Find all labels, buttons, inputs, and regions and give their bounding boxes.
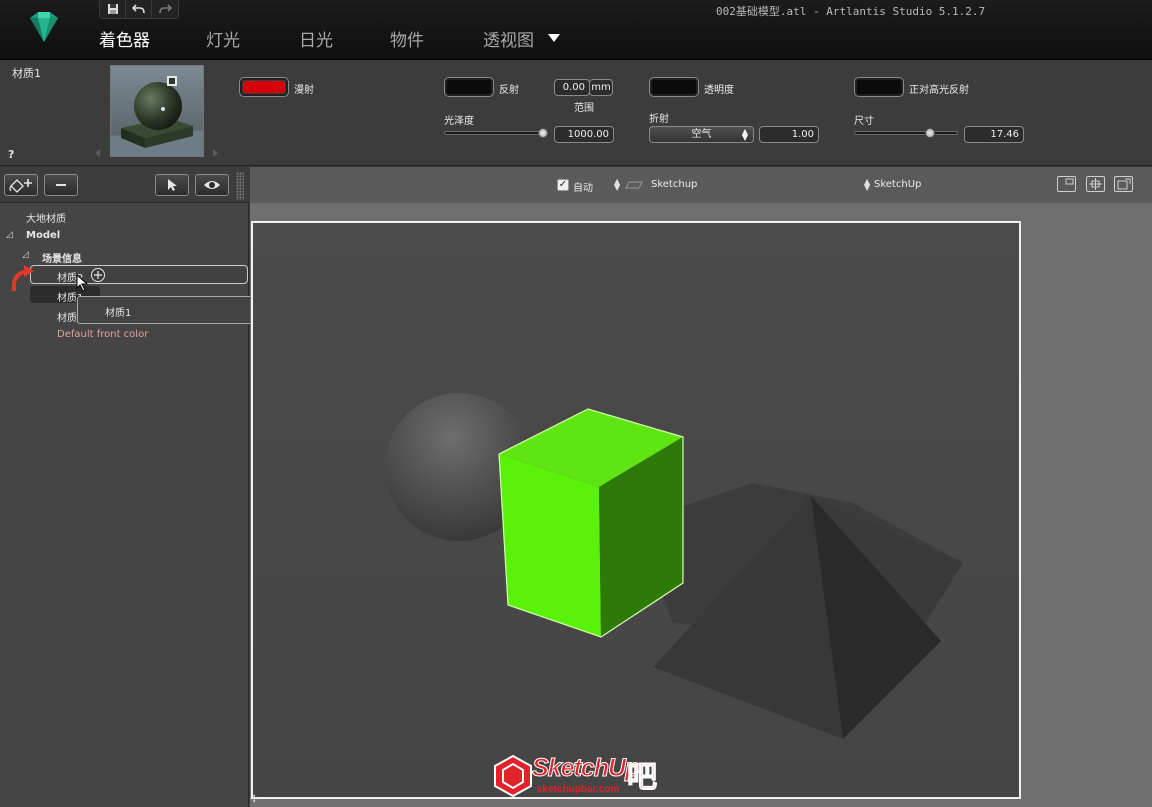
tab-lights[interactable]: 灯光	[206, 26, 240, 51]
specular-color-swatch[interactable]	[854, 77, 904, 97]
tree-item-model[interactable]: Model	[26, 230, 60, 241]
panel-resize-grip[interactable]	[236, 172, 244, 200]
tab-perspectives[interactable]: 透视图	[483, 26, 534, 51]
auto-label: 自动	[573, 183, 593, 194]
save-icon	[107, 4, 118, 14]
select-updown-icon: ▲ ▼	[741, 127, 748, 142]
transparency-color-swatch[interactable]	[649, 77, 699, 97]
watermark-suffix: 吧	[627, 760, 658, 796]
camera-view-icon	[625, 181, 643, 189]
watermark-site: sketchupbar.com	[537, 784, 620, 795]
range-input[interactable]: 0.00	[554, 79, 590, 96]
preview-next-arrow-icon[interactable]	[213, 149, 218, 157]
corner-resize-handle[interactable]: ✢	[250, 794, 262, 806]
reflection-label: 反射	[499, 85, 519, 96]
save-button[interactable]	[100, 0, 126, 18]
size-input[interactable]: 17.46	[964, 126, 1024, 143]
artlantis-logo-icon	[30, 12, 58, 42]
tree-expand-model-icon[interactable]: ◿	[6, 230, 13, 240]
select-tool-button[interactable]	[155, 174, 189, 196]
window-title: 002基础模型.atl - Artlantis Studio 5.1.2.7	[716, 5, 986, 18]
add-material-button[interactable]	[4, 174, 38, 196]
material-preview-thumbnail	[110, 65, 204, 157]
remove-material-button[interactable]	[44, 174, 78, 196]
watermark-brand: SketchUp	[531, 754, 640, 783]
gloss-label: 光泽度	[444, 116, 474, 127]
top-bar: 002基础模型.atl - Artlantis Studio 5.1.2.7 着…	[0, 0, 1152, 60]
redo-button[interactable]	[152, 0, 178, 18]
tab-menu-chevron-down-icon[interactable]	[548, 34, 560, 42]
size-slider-handle[interactable]	[925, 128, 935, 138]
range-unit[interactable]: mm	[589, 79, 613, 96]
drag-preview-label: 材质1	[105, 308, 132, 319]
source-label[interactable]: SketchUp	[874, 179, 921, 190]
refraction-medium-select[interactable]: 空气 ▲ ▼	[649, 126, 754, 143]
sketchup-bar-logo-icon	[494, 754, 532, 798]
watermark: SketchUp 吧 sketchupbar.com	[493, 752, 663, 800]
help-button[interactable]: ?	[8, 148, 14, 161]
gloss-input[interactable]: 1000.00	[554, 126, 614, 143]
list-toolbar	[0, 167, 249, 203]
material-list-panel: 大地材质 ◿ Model ◿ 场景信息 材质2 材质1 材质3 Default …	[0, 167, 277, 807]
eye-icon	[204, 181, 220, 189]
tab-objects[interactable]: 物件	[390, 26, 424, 51]
tree-item-ground-materials[interactable]: 大地材质	[26, 210, 66, 225]
view-mode-1-button[interactable]	[1057, 176, 1076, 192]
material-name: 材质1	[12, 67, 41, 80]
expand-icon	[1117, 178, 1131, 190]
paint-bucket-add-icon	[9, 179, 32, 193]
undo-icon	[131, 4, 145, 14]
view-mode-3-button[interactable]	[1114, 176, 1133, 192]
specular-label: 正对高光反射	[909, 85, 969, 96]
render-preview[interactable]	[251, 221, 1021, 799]
cursor-arrow-icon	[168, 179, 177, 191]
redo-icon	[159, 4, 172, 14]
reflection-color-swatch[interactable]	[444, 77, 494, 97]
mouse-pointer-icon	[76, 274, 89, 292]
auto-checkbox[interactable]: ✓	[557, 179, 569, 191]
size-slider[interactable]	[854, 131, 958, 135]
view-mode-2-button[interactable]	[1086, 176, 1105, 192]
tree-expand-scene-icon[interactable]: ◿	[22, 250, 29, 260]
diffuse-color-fill	[243, 81, 285, 93]
crosshair-icon	[1089, 178, 1102, 190]
minus-icon	[56, 184, 66, 186]
drag-preview-tooltip: 材质1	[77, 296, 277, 324]
source-updown-icon[interactable]: ▲ ▼	[864, 178, 870, 192]
visibility-toggle-button[interactable]	[195, 174, 229, 196]
transparency-label: 透明度	[704, 85, 734, 96]
diffuse-color-swatch[interactable]	[239, 77, 289, 97]
undo-button[interactable]	[126, 0, 152, 18]
refraction-index-input[interactable]: 1.00	[759, 126, 819, 143]
refraction-medium-value: 空气	[691, 129, 712, 140]
tab-shaders[interactable]: 着色器	[99, 26, 150, 51]
camera-updown-icon[interactable]: ▲ ▼	[614, 178, 620, 192]
material-inspector: 材质1 ? 漫射 反射 0.00 mm 范围 光泽度 1000.00 透明度 折…	[0, 61, 1152, 166]
gloss-slider[interactable]	[444, 131, 548, 135]
tree-item-scene-info[interactable]: 场景信息	[42, 250, 82, 265]
camera-label[interactable]: Sketchup	[651, 179, 697, 190]
quick-access-toolbar	[99, 0, 179, 19]
preview-prev-arrow-icon[interactable]	[95, 149, 100, 157]
gloss-slider-handle[interactable]	[538, 128, 548, 138]
material-preview-image	[111, 76, 203, 156]
range-label: 范围	[574, 103, 594, 114]
window-mode-icon	[1065, 178, 1074, 185]
tree-item-default-front-color[interactable]: Default front color	[57, 329, 148, 340]
refraction-label: 折射	[649, 114, 669, 125]
drag-curved-arrow-icon	[11, 265, 34, 292]
tab-heliodons[interactable]: 日光	[299, 26, 333, 51]
diffuse-label: 漫射	[294, 85, 314, 96]
scene-render	[253, 223, 1019, 797]
drop-add-plus-icon	[91, 268, 105, 282]
artlantis-window: 002基础模型.atl - Artlantis Studio 5.1.2.7 着…	[0, 0, 1152, 807]
viewport-toolbar: ✓ 自动 ▲ ▼ Sketchup ▲ ▼ SketchUp	[250, 167, 1152, 203]
size-label: 尺寸	[854, 116, 874, 127]
